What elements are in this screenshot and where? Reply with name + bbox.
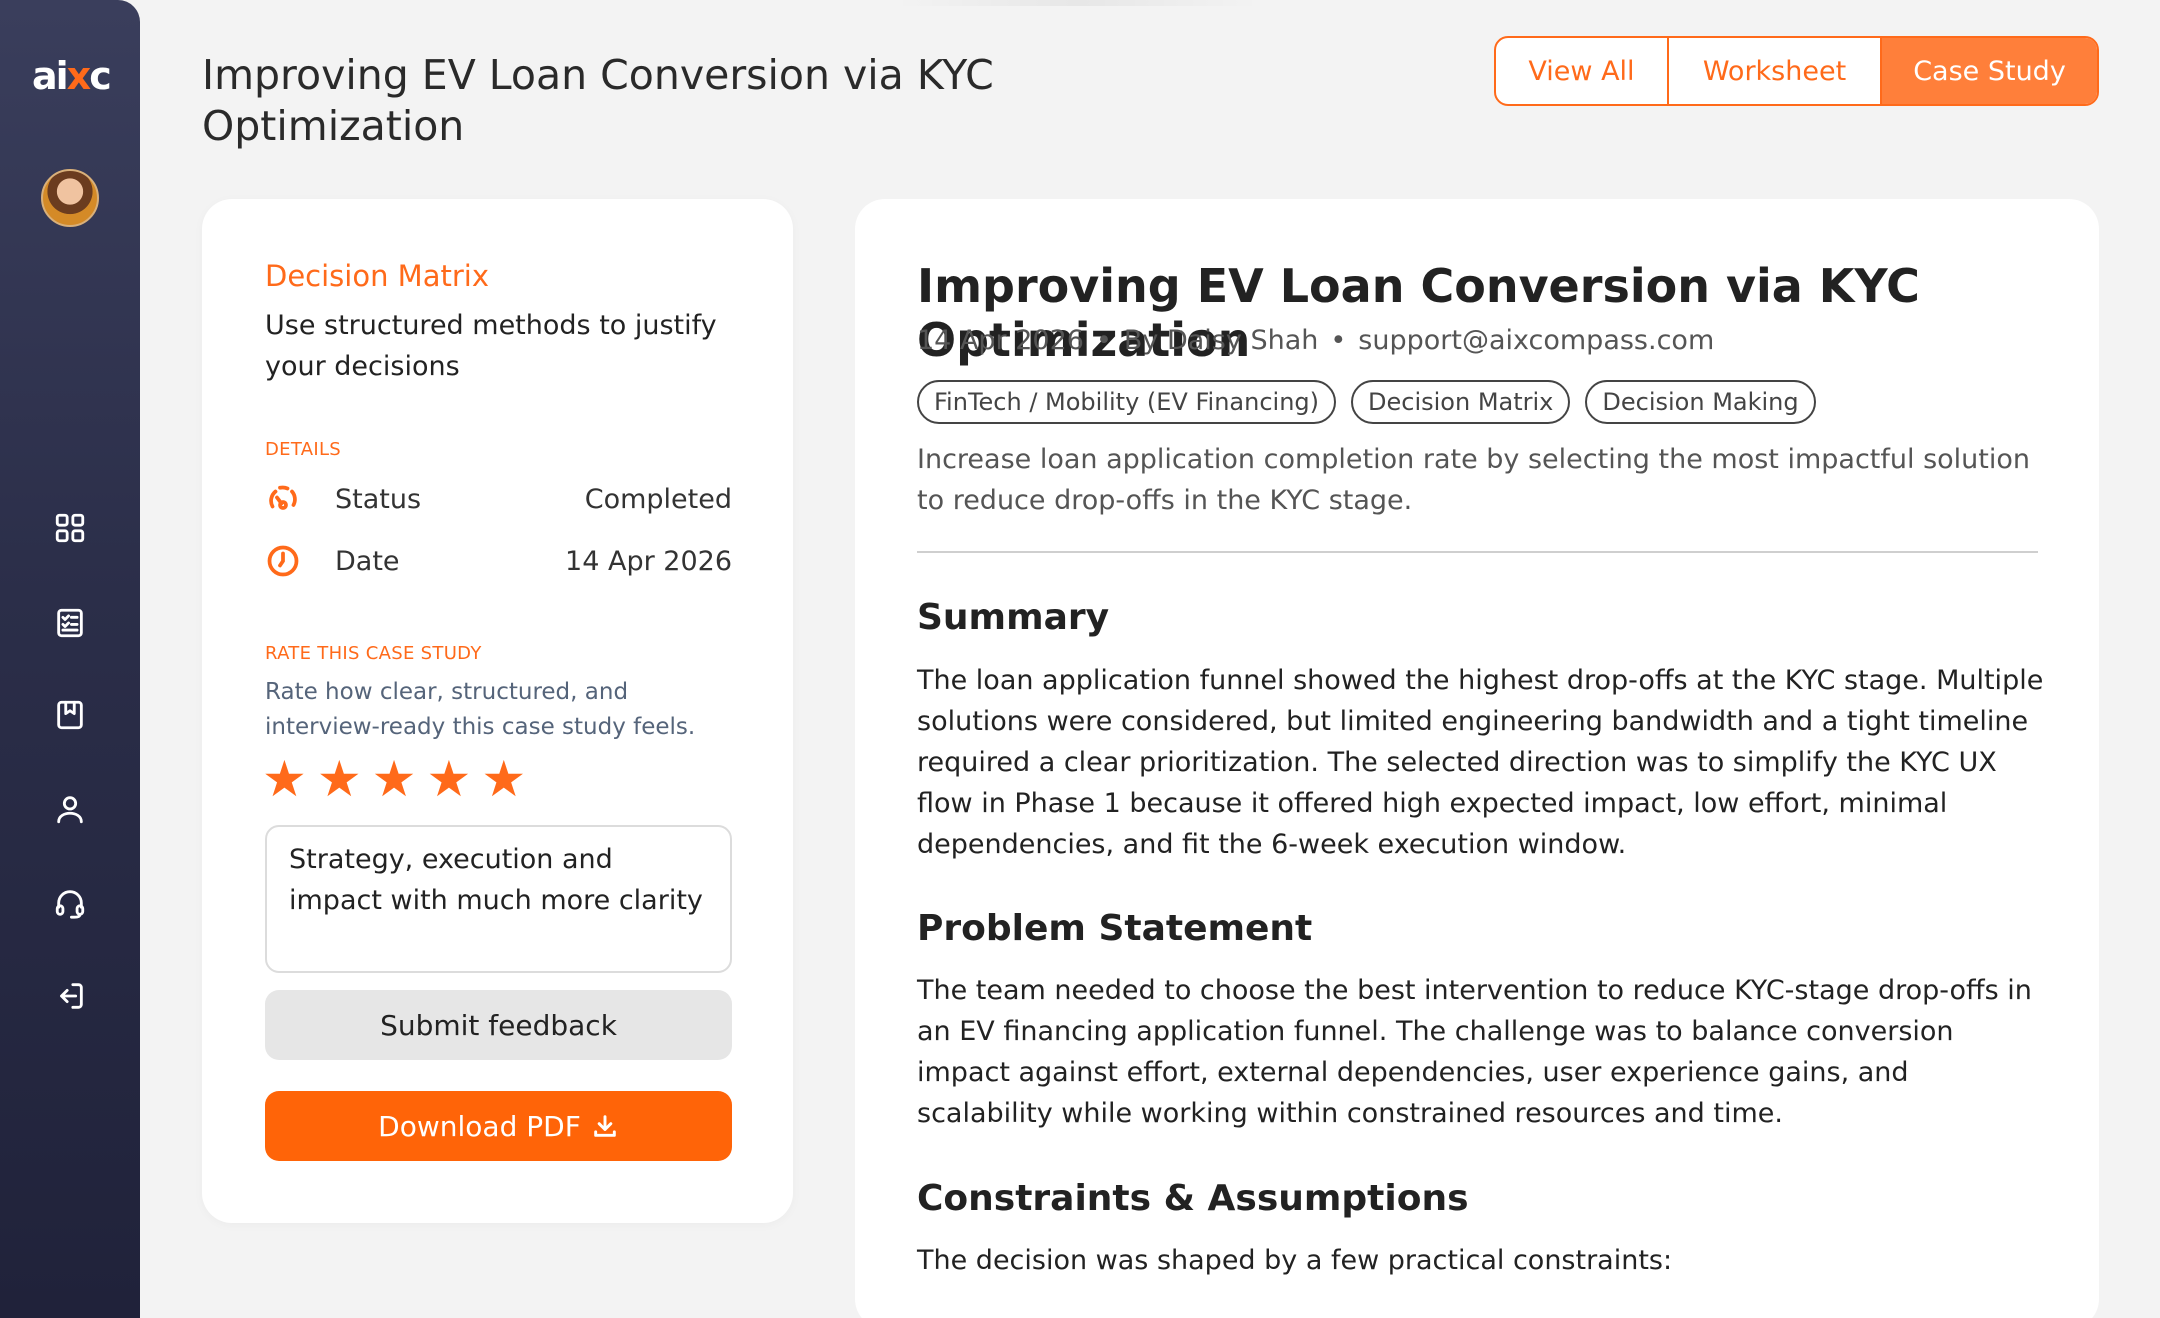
date-value: 14 Apr 2026 [565,545,732,577]
date-key: Date [335,545,400,577]
section-heading-problem: Problem Statement [917,908,1313,949]
section-body-summary: The loan application funnel showed the h… [917,665,2044,860]
rate-label: RATE THIS CASE STUDY [265,643,482,664]
section-body-constraints: The decision was shaped by a few practic… [917,1245,1673,1276]
tag-framework[interactable]: Decision Matrix [1351,380,1571,424]
user-icon[interactable] [50,789,90,829]
rate-description: Rate how clear, structured, and intervie… [265,679,696,740]
article-meta: 14 Apr 2026 • By Daisy Shah • support@aixcom… [917,325,1714,356]
sidebar: aixc [0,0,140,1318]
status-key: Status [335,483,422,515]
case-study-info-card: Decision Matrix Use structured methods t… [202,199,793,1223]
status-icon [269,485,297,510]
view-tabs: View All Worksheet Case Study [1494,36,2099,106]
tag-industry[interactable]: FinTech / Mobility (EV Financing) [917,380,1337,424]
headset-icon[interactable] [50,883,90,923]
tag-skill[interactable]: Decision Making [1585,380,1816,424]
status-value: Completed [584,483,732,515]
article-tags: FinTech / Mobility (EV Financing) Decisi… [917,380,1816,424]
download-icon [594,1115,616,1137]
article-date: 14 Apr 2026 [917,325,1084,356]
avatar[interactable] [41,169,99,227]
checklist-icon[interactable] [50,603,90,643]
article-email[interactable]: support@aixcompass.com [1358,325,1714,356]
tab-case-study[interactable]: Case Study [1882,38,2097,104]
meta-separator: • [1330,325,1347,356]
tab-view-all[interactable]: View All [1496,38,1669,104]
page-title: Improving EV Loan Conversion via KYC Opt… [202,51,994,150]
app-logo[interactable]: aixc [32,54,112,98]
article-description: Increase loan application completion rat… [917,444,2031,516]
submit-feedback-button[interactable]: Submit feedback [265,990,732,1060]
grid-icon[interactable] [50,508,90,548]
star-icon[interactable]: ★ [426,754,471,804]
detail-date: Date 14 Apr 2026 [265,541,732,581]
tab-worksheet[interactable]: Worksheet [1669,38,1882,104]
star-icon[interactable]: ★ [372,754,417,804]
details-label: DETAILS [265,439,342,460]
scroll-shadow [895,0,1260,6]
meta-separator: • [1095,325,1112,356]
star-icon[interactable]: ★ [317,754,362,804]
section-heading-summary: Summary [917,597,1110,638]
submit-feedback-label: Submit feedback [380,1008,617,1042]
framework-subtitle: Use structured methods to justify your d… [265,310,717,382]
section-body-problem: The team needed to choose the best inter… [917,975,2032,1129]
clock-icon [267,545,299,577]
bookmark-icon[interactable] [50,695,90,735]
detail-status: Status Completed [265,479,732,519]
star-icon[interactable]: ★ [262,754,307,804]
download-pdf-label: Download PDF [378,1109,581,1143]
case-study-article: Improving EV Loan Conversion via KYC Opt… [855,199,2099,1318]
divider [917,551,2038,553]
feedback-textarea[interactable]: Strategy, execution and impact with much… [265,825,732,973]
download-pdf-button[interactable]: Download PDF [265,1091,732,1161]
logout-icon[interactable] [50,976,90,1016]
star-icon[interactable]: ★ [481,754,526,804]
article-author: By Daisy Shah [1123,325,1319,356]
framework-title: Decision Matrix [265,259,489,293]
section-heading-constraints: Constraints & Assumptions [917,1178,1469,1219]
star-rating: ★ ★ ★ ★ ★ [262,754,526,804]
